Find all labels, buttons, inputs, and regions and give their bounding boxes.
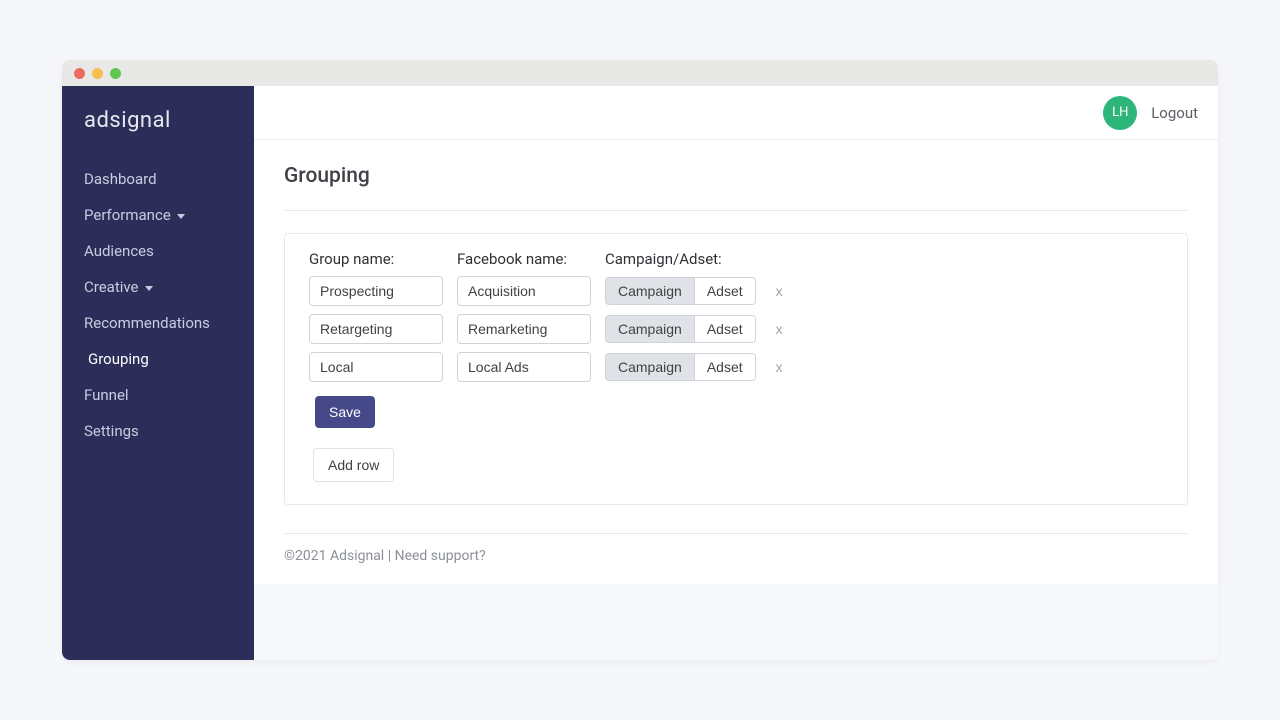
adset-option[interactable]: Adset (694, 316, 755, 342)
header-campaign-adset: Campaign/Adset: (605, 250, 753, 268)
sidebar-item-label: Grouping (88, 350, 149, 368)
delete-row-icon[interactable]: x (770, 283, 789, 299)
footer: ©2021 Adsignal | Need support? (254, 548, 1218, 584)
chevron-down-icon (145, 286, 153, 291)
sidebar-item-label: Creative (84, 278, 139, 296)
table-row: CampaignAdsetx (309, 276, 1163, 306)
rows-container: CampaignAdsetxCampaignAdsetxCampaignAdse… (309, 276, 1163, 382)
table-row: CampaignAdsetx (309, 352, 1163, 382)
maximize-dot-icon[interactable] (110, 68, 121, 79)
sidebar-item-label: Settings (84, 422, 139, 440)
page-title: Grouping (254, 140, 1218, 198)
facebook-name-input[interactable] (457, 314, 591, 344)
sidebar: adsignal Dashboard Performance Audiences Cr… (62, 86, 254, 660)
sidebar-item-dashboard[interactable]: Dashboard (62, 161, 254, 197)
campaign-option[interactable]: Campaign (606, 278, 694, 304)
sidebar-item-label: Dashboard (84, 170, 157, 188)
brand-logo: adsignal (62, 102, 254, 161)
sidebar-item-recommendations[interactable]: Recommendations (62, 305, 254, 341)
facebook-name-input[interactable] (457, 352, 591, 382)
sidebar-item-funnel[interactable]: Funnel (62, 377, 254, 413)
add-row-button[interactable]: Add row (313, 448, 394, 482)
chevron-down-icon (177, 214, 185, 219)
main-area: Grouping Group name: Facebook name: Camp… (254, 140, 1218, 584)
topbar: LH Logout (254, 86, 1218, 140)
type-toggle: CampaignAdset (605, 353, 756, 381)
sidebar-item-grouping[interactable]: Grouping (62, 341, 254, 377)
campaign-option[interactable]: Campaign (606, 354, 694, 380)
facebook-name-input[interactable] (457, 276, 591, 306)
sidebar-item-label: Audiences (84, 242, 154, 260)
sidebar-item-label: Performance (84, 206, 171, 224)
table-row: CampaignAdsetx (309, 314, 1163, 344)
browser-window: adsignal Dashboard Performance Audiences Cr… (62, 60, 1218, 660)
close-dot-icon[interactable] (74, 68, 85, 79)
adset-option[interactable]: Adset (694, 278, 755, 304)
sidebar-item-settings[interactable]: Settings (62, 413, 254, 449)
group-name-input[interactable] (309, 276, 443, 306)
title-divider (284, 210, 1188, 211)
group-name-input[interactable] (309, 314, 443, 344)
type-toggle: CampaignAdset (605, 277, 756, 305)
table-headers: Group name: Facebook name: Campaign/Adse… (309, 250, 1163, 268)
logout-link[interactable]: Logout (1151, 104, 1198, 122)
main-column: LH Logout Grouping Group name: Facebook … (254, 86, 1218, 660)
grouping-card: Group name: Facebook name: Campaign/Adse… (284, 233, 1188, 505)
footer-separator: | (384, 548, 394, 564)
adset-option[interactable]: Adset (694, 354, 755, 380)
sidebar-item-creative[interactable]: Creative (62, 269, 254, 305)
footer-copyright: ©2021 Adsignal (284, 548, 384, 564)
minimize-dot-icon[interactable] (92, 68, 103, 79)
window-titlebar (62, 60, 1218, 86)
avatar[interactable]: LH (1103, 96, 1137, 130)
delete-row-icon[interactable]: x (770, 321, 789, 337)
sidebar-nav: Dashboard Performance Audiences Creative Rec… (62, 161, 254, 449)
delete-row-icon[interactable]: x (770, 359, 789, 375)
sidebar-item-label: Recommendations (84, 314, 210, 332)
sidebar-item-performance[interactable]: Performance (62, 197, 254, 233)
sidebar-item-label: Funnel (84, 386, 129, 404)
header-group-name: Group name: (309, 250, 443, 268)
campaign-option[interactable]: Campaign (606, 316, 694, 342)
app-wrap: adsignal Dashboard Performance Audiences Cr… (62, 86, 1218, 660)
support-link[interactable]: Need support? (395, 548, 486, 564)
sidebar-item-audiences[interactable]: Audiences (62, 233, 254, 269)
group-name-input[interactable] (309, 352, 443, 382)
footer-divider (284, 533, 1188, 534)
save-button[interactable]: Save (315, 396, 375, 428)
type-toggle: CampaignAdset (605, 315, 756, 343)
header-facebook-name: Facebook name: (457, 250, 591, 268)
